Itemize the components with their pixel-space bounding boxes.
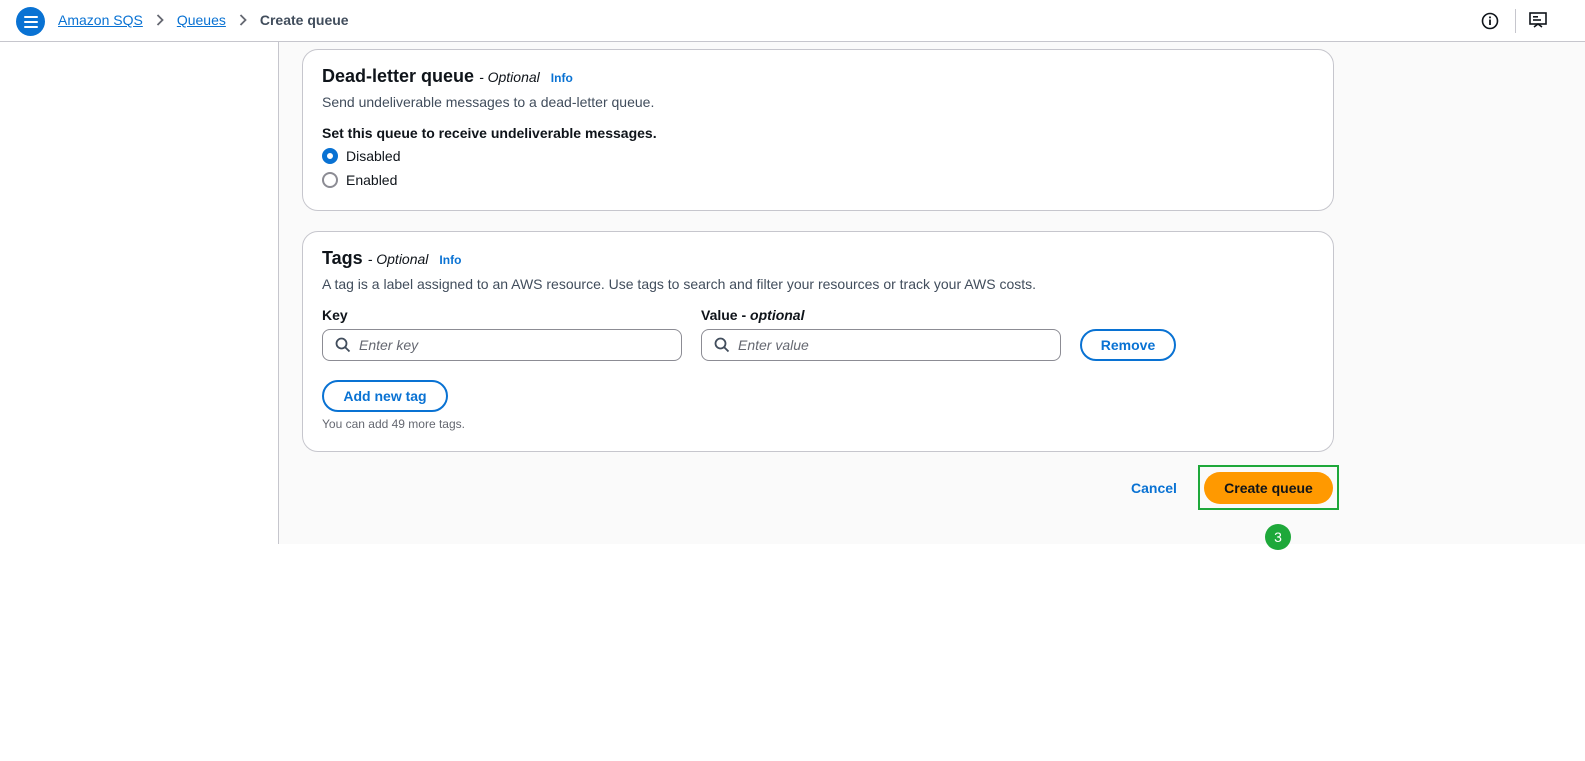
dead-letter-info-link[interactable]: Info bbox=[551, 71, 573, 85]
breadcrumb-amazon-sqs[interactable]: Amazon SQS bbox=[58, 12, 143, 28]
radio-enabled[interactable]: Enabled bbox=[322, 172, 397, 188]
tags-heading: Tags - Optional Info bbox=[322, 248, 461, 269]
radio-button[interactable] bbox=[322, 172, 338, 188]
create-queue-button[interactable]: Create queue bbox=[1204, 472, 1333, 504]
search-icon bbox=[335, 337, 351, 353]
radio-button-checked[interactable] bbox=[322, 148, 338, 164]
dead-letter-title: Dead-letter queue bbox=[322, 66, 475, 86]
top-navigation-bar: Amazon SQS Queues Create queue bbox=[0, 0, 1585, 42]
value-input[interactable] bbox=[738, 337, 1018, 353]
key-input[interactable] bbox=[359, 337, 639, 353]
dead-letter-question: Set this queue to receive undeliverable … bbox=[322, 125, 657, 141]
chevron-right-icon bbox=[156, 14, 164, 26]
radio-disabled-label: Disabled bbox=[346, 148, 401, 164]
value-label-text: Value bbox=[701, 307, 738, 323]
tags-description: A tag is a label assigned to an AWS reso… bbox=[322, 276, 1037, 292]
value-input-wrapper bbox=[701, 329, 1061, 361]
feedback-icon[interactable] bbox=[1528, 11, 1548, 31]
key-input-wrapper bbox=[322, 329, 682, 361]
info-icon[interactable] bbox=[1481, 12, 1499, 30]
tags-remaining-hint: You can add 49 more tags. bbox=[322, 417, 465, 431]
cancel-button[interactable]: Cancel bbox=[1131, 480, 1177, 496]
dead-letter-optional: - Optional bbox=[479, 69, 540, 85]
chevron-right-icon bbox=[239, 14, 247, 26]
breadcrumb: Amazon SQS Queues Create queue bbox=[58, 12, 349, 28]
key-label: Key bbox=[322, 307, 348, 323]
toolbar-divider bbox=[1515, 9, 1516, 33]
breadcrumb-current: Create queue bbox=[259, 12, 349, 28]
remove-tag-button[interactable]: Remove bbox=[1080, 329, 1176, 361]
dead-letter-description: Send undeliverable messages to a dead-le… bbox=[322, 94, 655, 110]
search-icon bbox=[714, 337, 730, 353]
menu-button[interactable] bbox=[16, 7, 45, 36]
step-badge: 3 bbox=[1265, 524, 1291, 550]
add-new-tag-button[interactable]: Add new tag bbox=[322, 380, 448, 412]
radio-enabled-label: Enabled bbox=[346, 172, 398, 188]
dead-letter-heading: Dead-letter queue - Optional Info bbox=[322, 66, 573, 87]
value-label: Value - optional bbox=[701, 307, 805, 323]
hamburger-icon bbox=[23, 15, 38, 28]
tags-title: Tags bbox=[322, 248, 363, 268]
radio-disabled[interactable]: Disabled bbox=[322, 148, 400, 164]
value-label-optional: optional bbox=[750, 307, 805, 323]
tags-info-link[interactable]: Info bbox=[439, 253, 461, 267]
breadcrumb-queues[interactable]: Queues bbox=[177, 12, 226, 28]
tags-optional: - Optional bbox=[367, 251, 429, 267]
